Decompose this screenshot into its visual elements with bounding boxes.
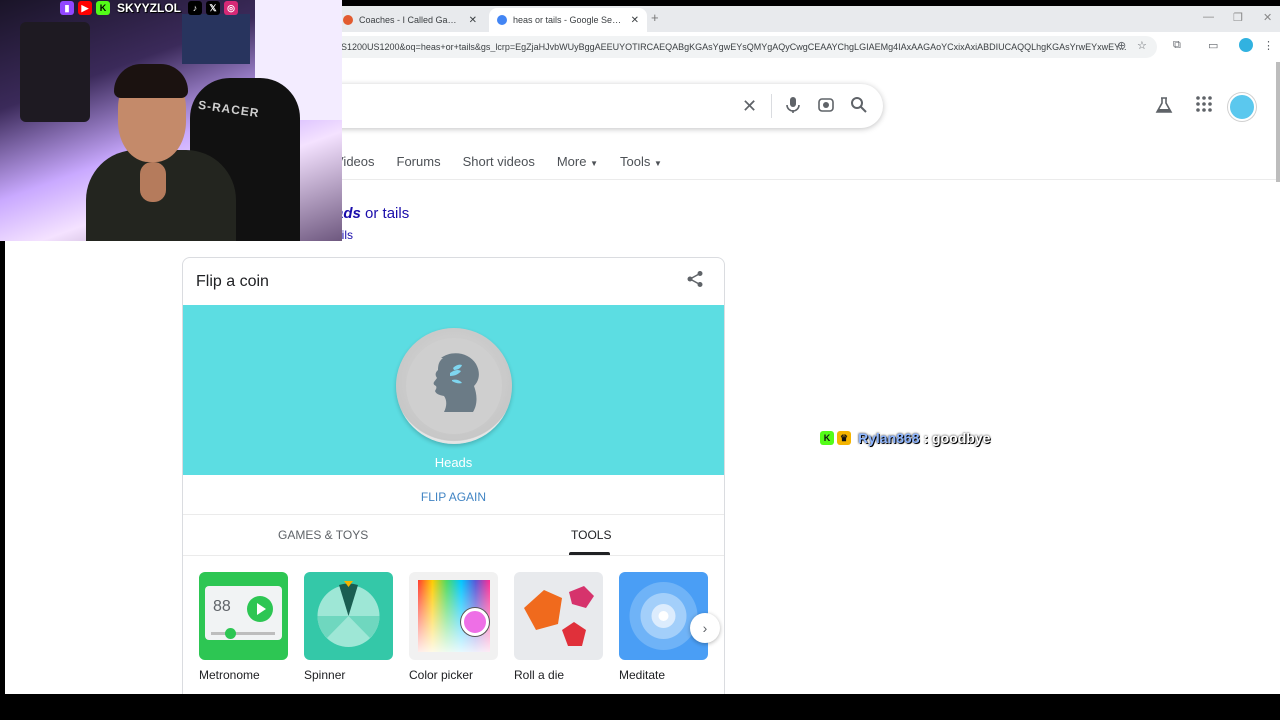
close-tab-icon[interactable]: ✕ <box>469 15 477 26</box>
twitch-icon: ▮ <box>60 1 74 15</box>
chevron-right-icon[interactable]: › <box>690 613 720 643</box>
mic-icon[interactable] <box>785 96 801 119</box>
browser-tab-coaches[interactable]: Coaches - I Called Game by Ho ✕ <box>335 8 485 32</box>
tool-label: Meditate <box>619 668 666 682</box>
tool-label: Spinner <box>304 668 346 682</box>
zoom-icon[interactable]: ⊕ <box>1117 39 1126 52</box>
youtube-icon: ▶ <box>78 1 92 15</box>
search-box[interactable]: ✕ <box>305 84 883 128</box>
kick-badge-icon: K <box>820 431 834 445</box>
coin-heads-icon[interactable] <box>396 328 512 444</box>
chat-message-body: goodbye <box>932 430 991 446</box>
browser-tab-google-search[interactable]: heas or tails - Google Search ✕ <box>489 8 647 32</box>
coin-area[interactable]: Heads <box>183 305 724 475</box>
address-bar[interactable]: S1200US1200&oq=heas+or+tails&gs_lcrp=EgZ… <box>325 36 1157 58</box>
nav-tab-more[interactable]: More ▼ <box>557 154 598 174</box>
instagram-icon: ◎ <box>224 1 239 15</box>
account-avatar[interactable] <box>1228 93 1256 121</box>
profile-avatar-icon[interactable] <box>1239 38 1253 52</box>
tab-label: heas or tails - Google Search <box>513 15 625 25</box>
webcam-overlay: S-RACER ▮ ▶ K SKYYZLOL ♪ 𝕏 ◎ <box>0 0 342 241</box>
category-tabs: GAMES & TOYS TOOLS <box>183 515 724 555</box>
tool-label: Color picker <box>409 668 474 682</box>
spinner-icon <box>304 572 393 660</box>
card-divider <box>183 555 724 556</box>
menu-kebab-icon[interactable]: ⋮ <box>1263 39 1274 52</box>
window-close-icon[interactable]: ✕ <box>1263 11 1272 24</box>
social-handle-bar: ▮ ▶ K SKYYZLOL ♪ 𝕏 ◎ <box>60 0 239 16</box>
search-nav-tabs: Videos Forums Short videos More ▼ Tools … <box>335 154 684 174</box>
tool-roll-a-die[interactable]: Roll a die <box>514 572 603 682</box>
search-icon[interactable] <box>850 96 868 119</box>
share-icon[interactable] <box>686 270 704 293</box>
google-favicon-icon <box>497 15 507 25</box>
close-tab-icon[interactable]: ✕ <box>631 15 639 26</box>
close-icon[interactable]: ✕ <box>742 96 757 117</box>
new-tab-icon[interactable]: + <box>651 10 659 25</box>
tab-games-and-toys[interactable]: GAMES & TOYS <box>278 528 368 542</box>
chat-message: K ♛ Rylan868 : goodbye <box>820 430 990 446</box>
card-title: Flip a coin <box>196 273 269 290</box>
webcam-jersey <box>20 22 90 122</box>
bookmark-star-icon[interactable]: ☆ <box>1137 39 1147 52</box>
labs-flask-icon[interactable] <box>1155 96 1173 119</box>
extensions-icon[interactable]: ⧉ <box>1173 39 1181 52</box>
tiktok-icon: ♪ <box>188 1 203 15</box>
page-scrollbar[interactable] <box>1276 62 1280 182</box>
kick-icon: K <box>96 1 110 15</box>
webcam-person-hair <box>114 64 188 98</box>
nav-tab-tools-label: Tools <box>620 154 651 169</box>
spelling-suggestion-link[interactable]: ads or tails <box>335 205 409 222</box>
minimize-icon[interactable]: — <box>1203 11 1214 23</box>
caret-down-icon: ▼ <box>590 159 599 168</box>
chat-username: Rylan868 <box>858 430 920 446</box>
color-picker-icon <box>409 572 498 660</box>
tool-spinner[interactable]: Spinner <box>304 572 393 682</box>
nav-tab-tools[interactable]: Tools ▼ <box>620 154 662 174</box>
tool-color-picker[interactable]: Color picker <box>409 572 498 682</box>
flip-again-button[interactable]: FLIP AGAIN <box>183 490 724 504</box>
x-icon: 𝕏 <box>206 1 221 15</box>
tool-label: Metronome <box>199 668 260 682</box>
webcam-poster <box>182 14 250 64</box>
dice-icon <box>514 572 603 660</box>
nav-tab-forums[interactable]: Forums <box>397 154 441 174</box>
coin-flip-card: Flip a coin Heads FLIP AGAIN GAMES & TOY… <box>182 257 725 694</box>
suggestion-rest: or tails <box>360 205 410 222</box>
coin-result: Heads <box>434 455 473 470</box>
streamer-handle: SKYYZLOL <box>117 1 182 15</box>
caret-down-icon: ▼ <box>654 159 662 168</box>
metronome-bpm: 88 <box>213 598 231 615</box>
url-text: S1200US1200&oq=heas+or+tails&gs_lcrp=EgZ… <box>341 42 1127 52</box>
restore-icon[interactable]: ❐ <box>1233 11 1243 24</box>
tab-label: Coaches - I Called Game by Ho <box>359 15 463 25</box>
chat-text: : goodbye <box>923 430 990 446</box>
crown-badge-icon: ♛ <box>837 431 851 445</box>
tool-metronome[interactable]: 88 Metronome <box>199 572 288 682</box>
youtube-favicon-icon <box>343 15 353 25</box>
metronome-icon: 88 <box>199 572 288 660</box>
cast-icon[interactable]: ▭ <box>1208 39 1218 52</box>
tool-label: Roll a die <box>514 668 565 682</box>
webcam-person-hand <box>140 162 166 202</box>
nav-tab-short-videos[interactable]: Short videos <box>463 154 535 174</box>
tab-tools[interactable]: TOOLS <box>571 528 611 542</box>
nav-tab-more-label: More <box>556 154 587 169</box>
apps-grid-icon[interactable] <box>1195 95 1213 118</box>
search-divider <box>771 94 772 118</box>
chat-separator: : <box>923 430 929 446</box>
camera-icon[interactable] <box>817 96 835 119</box>
